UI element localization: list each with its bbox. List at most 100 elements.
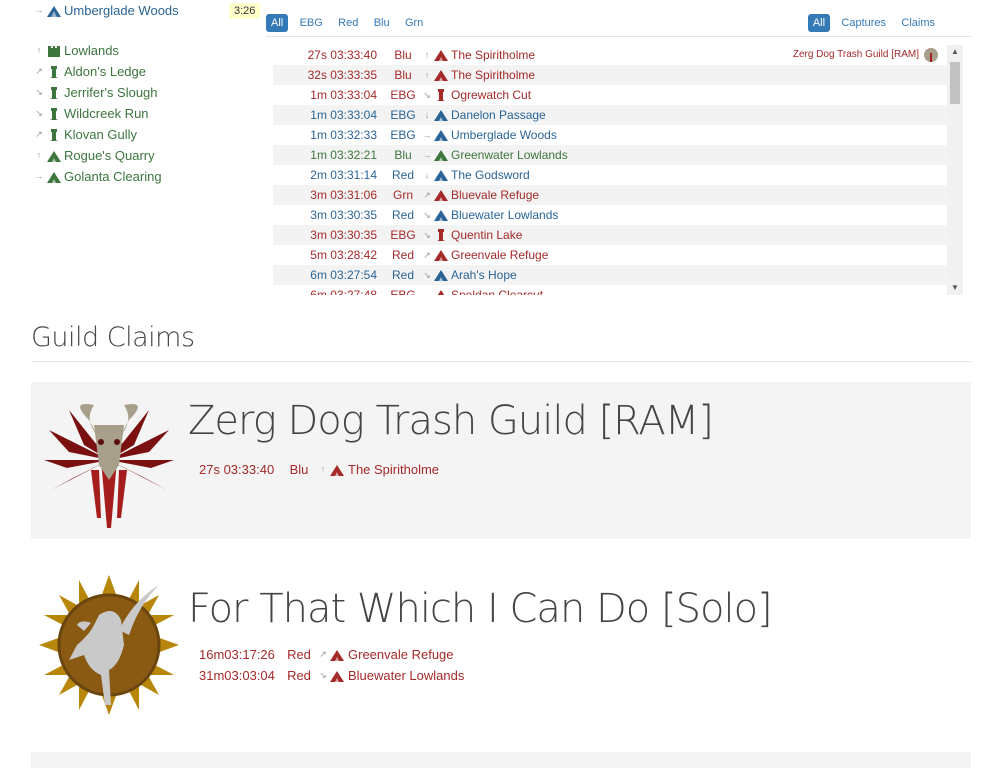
- log-time: 3m 03:30:35: [310, 228, 377, 242]
- direction-arrow-icon: ↘: [35, 108, 43, 118]
- filter-all-events[interactable]: All: [807, 14, 831, 32]
- claim-map: Red: [287, 668, 311, 683]
- log-row[interactable]: 2m 03:31:14 Red ↓ The Godsword: [273, 165, 947, 185]
- log-objective-name[interactable]: Danelon Passage: [451, 105, 546, 125]
- log-objective-name[interactable]: The Spiritholme: [451, 45, 535, 65]
- camp-icon: [329, 462, 345, 478]
- log-objective-name[interactable]: Ogrewatch Cut: [451, 85, 531, 105]
- log-objective-name[interactable]: The Spiritholme: [451, 65, 535, 85]
- claim-objective-name[interactable]: The Spiritholme: [348, 459, 439, 480]
- log-time: 6m 03:27:48: [310, 288, 377, 295]
- ram-emblem-icon: [39, 390, 179, 530]
- objective-row[interactable]: ↗ Aldon's Ledge: [33, 61, 263, 82]
- objective-name[interactable]: Aldon's Ledge: [64, 61, 146, 82]
- keep-icon: [46, 43, 62, 59]
- scroll-down-icon[interactable]: ▼: [947, 281, 963, 295]
- direction-arrow-icon: ↘: [423, 270, 431, 280]
- claim-map: Red: [287, 647, 311, 662]
- log-map: Red: [391, 248, 414, 262]
- filter-captures[interactable]: Captures: [837, 14, 890, 32]
- camp-icon: [433, 67, 449, 83]
- objective-name[interactable]: Rogue's Quarry: [64, 145, 155, 166]
- filter-bar: All EBG Red Blu Grn All Captures Claims: [266, 12, 971, 37]
- log-row[interactable]: 32s 03:33:35 Blu ↑ The Spiritholme: [273, 65, 947, 85]
- log-map: Blu: [394, 48, 412, 62]
- claim-row[interactable]: 31m03:03:04 Red ↘ Bluewater Lowlands: [199, 665, 464, 686]
- log-map: Blu: [394, 68, 412, 82]
- event-log[interactable]: 27s 03:33:40 Blu ↑ The Spiritholme Zerg Dog …: [273, 45, 963, 295]
- claim-objective-name[interactable]: Greenvale Refuge: [348, 644, 454, 665]
- camp-icon: [433, 187, 449, 203]
- log-row[interactable]: 3m 03:30:35 Red ↘ Bluewater Lowlands: [273, 205, 947, 225]
- log-objective-name[interactable]: Greenvale Refuge: [451, 245, 548, 265]
- camp-icon: [433, 267, 449, 283]
- objective-row[interactable]: ↑ Rogue's Quarry: [33, 145, 263, 166]
- log-time: 1m 03:33:04: [310, 108, 377, 122]
- tower-icon: [433, 87, 449, 103]
- log-objective-name[interactable]: Quentin Lake: [451, 225, 522, 245]
- direction-arrow-icon: ↗: [423, 190, 431, 200]
- objective-row[interactable]: ↑ Lowlands: [33, 40, 263, 61]
- camp-icon: [329, 647, 345, 663]
- log-row[interactable]: 5m 03:28:42 Red ↗ Greenvale Refuge: [273, 245, 947, 265]
- log-row[interactable]: 6m 03:27:48 EBG → Speldan Clearcut: [273, 285, 947, 295]
- camp-icon: [433, 247, 449, 263]
- objective-name[interactable]: Lowlands: [64, 40, 119, 61]
- direction-arrow-icon: ↓: [424, 170, 430, 180]
- direction-arrow-icon: ↗: [35, 129, 43, 139]
- direction-arrow-icon: ↘: [423, 230, 431, 240]
- scroll-thumb[interactable]: [950, 62, 960, 104]
- log-scrollbar[interactable]: ▲ ▼: [947, 45, 963, 295]
- log-objective-name[interactable]: The Godsword: [451, 165, 530, 185]
- objective-row[interactable]: ↘ Wildcreek Run: [33, 103, 263, 124]
- direction-arrow-icon: ↗: [35, 66, 43, 76]
- log-time: 3m 03:31:06: [310, 188, 377, 202]
- log-row[interactable]: 3m 03:31:06 Grn ↗ Bluevale Refuge: [273, 185, 947, 205]
- objective-name[interactable]: Wildcreek Run: [64, 103, 149, 124]
- filter-grn[interactable]: Grn: [401, 14, 427, 32]
- objective-name[interactable]: Jerrifer's Slough: [64, 82, 158, 103]
- event-filter-group: All Captures Claims: [807, 14, 943, 32]
- log-objective-name[interactable]: Bluevale Refuge: [451, 185, 539, 205]
- log-row[interactable]: 1m 03:33:04 EBG ↓ Danelon Passage: [273, 105, 947, 125]
- log-row[interactable]: 3m 03:30:35 EBG ↘ Quentin Lake: [273, 225, 947, 245]
- log-row[interactable]: 1m 03:33:04 EBG ↘ Ogrewatch Cut: [273, 85, 947, 105]
- filter-ebg[interactable]: EBG: [296, 14, 327, 32]
- claim-row[interactable]: 16m03:17:26 Red ↗ Greenvale Refuge: [199, 644, 454, 665]
- filter-claims[interactable]: Claims: [897, 14, 939, 32]
- camp-icon: [329, 668, 345, 684]
- log-row[interactable]: 27s 03:33:40 Blu ↑ The Spiritholme Zerg Dog …: [273, 45, 947, 65]
- guild-card: [31, 752, 971, 768]
- log-objective-name[interactable]: Greenwater Lowlands: [451, 145, 568, 165]
- claim-note[interactable]: Zerg Dog Trash Guild [RAM]: [793, 45, 947, 65]
- log-map: Red: [391, 168, 414, 182]
- filter-all[interactable]: All: [266, 14, 289, 32]
- log-row[interactable]: 6m 03:27:54 Red ↘ Arah's Hope: [273, 265, 947, 285]
- log-map: Grn: [392, 188, 413, 202]
- filter-blu[interactable]: Blu: [370, 14, 394, 32]
- pegasus-emblem-icon: [39, 575, 179, 715]
- log-row[interactable]: 1m 03:32:21 Blu → Greenwater Lowlands: [273, 145, 947, 165]
- log-objective-name[interactable]: Arah's Hope: [451, 265, 517, 285]
- log-map: EBG: [390, 108, 416, 122]
- claim-row[interactable]: 27s 03:33:40 Blu ↑ The Spiritholme: [199, 459, 439, 480]
- log-objective-name[interactable]: Bluewater Lowlands: [451, 205, 558, 225]
- log-time: 1m 03:32:33: [310, 128, 377, 142]
- direction-arrow-icon: ↑: [424, 50, 430, 60]
- log-objective-name[interactable]: Speldan Clearcut: [451, 285, 543, 295]
- objective-row[interactable]: ↗ Klovan Gully: [33, 124, 263, 145]
- log-objective-name[interactable]: Umberglade Woods: [451, 125, 557, 145]
- camp-icon: [433, 127, 449, 143]
- log-time: 6m 03:27:54: [310, 268, 377, 282]
- objective-row[interactable]: → Golanta Clearing: [33, 166, 263, 187]
- scroll-up-icon[interactable]: ▲: [947, 45, 963, 59]
- objective-name[interactable]: Golanta Clearing: [64, 166, 162, 187]
- objective-name[interactable]: Umberglade Woods: [64, 0, 179, 21]
- log-time: 32s 03:33:35: [307, 68, 377, 82]
- claim-objective-name[interactable]: Bluewater Lowlands: [348, 665, 464, 686]
- objective-name[interactable]: Klovan Gully: [64, 124, 137, 145]
- direction-arrow-icon: ↘: [423, 90, 431, 100]
- filter-red[interactable]: Red: [334, 14, 362, 32]
- log-row[interactable]: 1m 03:32:33 EBG → Umberglade Woods: [273, 125, 947, 145]
- objective-row[interactable]: ↘ Jerrifer's Slough: [33, 82, 263, 103]
